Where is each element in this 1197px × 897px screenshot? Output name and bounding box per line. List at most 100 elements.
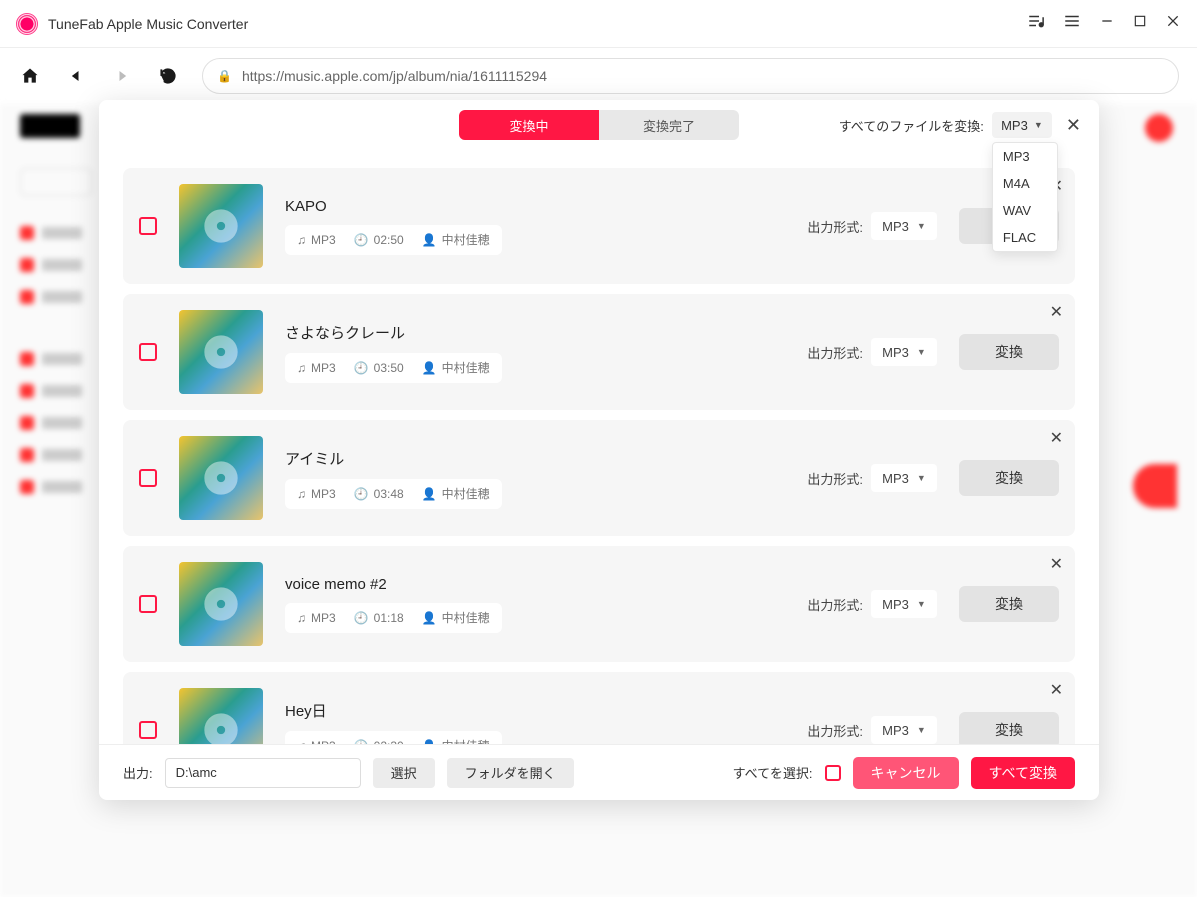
track-artist: 中村佳穂: [442, 609, 490, 626]
select-all-checkbox[interactable]: [825, 765, 841, 781]
track-artist: 中村佳穂: [442, 359, 490, 376]
select-folder-button[interactable]: 選択: [373, 758, 435, 788]
person-icon: 👤: [422, 361, 437, 375]
track-codec: MP3: [311, 487, 336, 501]
track-duration: 02:50: [374, 233, 404, 247]
track-list[interactable]: ✕ KAPO ♫MP3 🕘02:50 👤中村佳穂 出力形式: MP3 ▼ 変換 …: [99, 150, 1099, 744]
person-icon: 👤: [422, 233, 437, 247]
track-title: Hey日: [285, 700, 785, 721]
clock-icon: 🕘: [354, 611, 369, 625]
track-row: ✕ voice memo #2 ♫MP3 🕘01:18 👤中村佳穂 出力形式: …: [123, 546, 1075, 662]
track-title: さよならクレール: [285, 322, 785, 343]
track-format-value: MP3: [882, 345, 909, 360]
track-row: ✕ アイミル ♫MP3 🕘03:48 👤中村佳穂 出力形式: MP3 ▼ 変換: [123, 420, 1075, 536]
close-window-button[interactable]: [1165, 13, 1181, 34]
status-tabs: 変換中 変換完了: [459, 110, 739, 140]
remove-track-button[interactable]: ✕: [1050, 302, 1063, 322]
track-title: アイミル: [285, 448, 785, 469]
music-note-icon: ♫: [297, 611, 306, 625]
chevron-down-icon: ▼: [917, 725, 926, 735]
track-row: ✕ Hey日 ♫MP3 🕘02:30 👤中村佳穂 出力形式: MP3 ▼ 変換: [123, 672, 1075, 744]
album-cover: [179, 562, 263, 646]
tab-completed[interactable]: 変換完了: [599, 110, 739, 140]
track-codec: MP3: [311, 361, 336, 375]
clock-icon: 🕘: [354, 739, 369, 745]
output-format-label: 出力形式:: [807, 469, 863, 488]
format-option-m4a[interactable]: M4A: [993, 170, 1057, 197]
music-note-icon: ♫: [297, 233, 306, 247]
clock-icon: 🕘: [354, 233, 369, 247]
menu-icon[interactable]: [1063, 12, 1081, 35]
track-meta: ♫MP3 🕘03:48 👤中村佳穂: [285, 479, 502, 509]
convert-button[interactable]: 変換: [959, 712, 1059, 744]
track-format-select[interactable]: MP3 ▼: [871, 590, 937, 618]
chevron-down-icon: ▼: [917, 473, 926, 483]
format-dropdown: MP3 M4A WAV FLAC: [992, 142, 1058, 252]
forward-icon[interactable]: [110, 64, 134, 88]
reload-icon[interactable]: [156, 64, 180, 88]
global-format-select[interactable]: MP3 ▼ MP3 M4A WAV FLAC: [992, 112, 1052, 138]
music-note-icon: ♫: [297, 739, 306, 745]
remove-track-button[interactable]: ✕: [1050, 554, 1063, 574]
track-format-select[interactable]: MP3 ▼: [871, 212, 937, 240]
output-format-label: 出力形式:: [807, 217, 863, 236]
maximize-button[interactable]: [1133, 14, 1147, 33]
track-meta: ♫MP3 🕘03:50 👤中村佳穂: [285, 353, 502, 383]
track-title: KAPO: [285, 198, 785, 215]
track-format-select[interactable]: MP3 ▼: [871, 464, 937, 492]
format-option-flac[interactable]: FLAC: [993, 224, 1057, 251]
cancel-button[interactable]: キャンセル: [853, 757, 959, 789]
track-format-value: MP3: [882, 597, 909, 612]
convert-button[interactable]: 変換: [959, 334, 1059, 370]
playlist-icon[interactable]: [1027, 12, 1045, 35]
track-format-value: MP3: [882, 471, 909, 486]
output-label: 出力:: [123, 763, 153, 782]
track-checkbox[interactable]: [139, 469, 157, 487]
track-meta: ♫ MP3 🕘 02:50 👤 中村佳穂: [285, 225, 502, 255]
chevron-down-icon: ▼: [917, 599, 926, 609]
chevron-down-icon: ▼: [917, 347, 926, 357]
track-artist: 中村佳穂: [442, 485, 490, 502]
back-icon[interactable]: [64, 64, 88, 88]
close-modal-button[interactable]: ✕: [1066, 115, 1081, 136]
convert-all-label: すべてのファイルを変換:: [839, 116, 984, 135]
track-codec: MP3: [311, 739, 336, 745]
remove-track-button[interactable]: ✕: [1050, 428, 1063, 448]
person-icon: 👤: [422, 487, 437, 501]
clock-icon: 🕘: [354, 361, 369, 375]
track-checkbox[interactable]: [139, 217, 157, 235]
format-option-wav[interactable]: WAV: [993, 197, 1057, 224]
format-option-mp3[interactable]: MP3: [993, 143, 1057, 170]
track-checkbox[interactable]: [139, 595, 157, 613]
chevron-down-icon: ▼: [1034, 120, 1043, 130]
url-bar[interactable]: 🔒 https://music.apple.com/jp/album/nia/1…: [202, 58, 1179, 94]
convert-all-button[interactable]: すべて変換: [971, 757, 1075, 789]
home-icon[interactable]: [18, 64, 42, 88]
app-logo: [16, 13, 38, 35]
track-duration: 03:48: [374, 487, 404, 501]
modal-footer: 出力: 選択 フォルダを開く すべてを選択: キャンセル すべて変換: [99, 744, 1099, 800]
track-codec: MP3: [311, 233, 336, 247]
tab-converting[interactable]: 変換中: [459, 110, 599, 140]
track-duration: 02:30: [374, 739, 404, 745]
output-format-label: 出力形式:: [807, 721, 863, 740]
track-format-select[interactable]: MP3 ▼: [871, 716, 937, 744]
track-artist: 中村佳穂: [442, 231, 490, 248]
track-meta: ♫MP3 🕘02:30 👤中村佳穂: [285, 731, 502, 745]
window-controls: [1027, 12, 1181, 35]
album-cover: [179, 688, 263, 744]
select-all-label: すべてを選択:: [733, 763, 813, 782]
track-format-select[interactable]: MP3 ▼: [871, 338, 937, 366]
output-path-input[interactable]: [165, 758, 361, 788]
minimize-button[interactable]: [1099, 13, 1115, 34]
convert-button[interactable]: 変換: [959, 586, 1059, 622]
app-title: TuneFab Apple Music Converter: [48, 16, 1027, 32]
remove-track-button[interactable]: ✕: [1050, 680, 1063, 700]
music-note-icon: ♫: [297, 487, 306, 501]
album-cover: [179, 310, 263, 394]
output-format-label: 出力形式:: [807, 595, 863, 614]
track-checkbox[interactable]: [139, 721, 157, 739]
convert-button[interactable]: 変換: [959, 460, 1059, 496]
open-folder-button[interactable]: フォルダを開く: [447, 758, 574, 788]
track-checkbox[interactable]: [139, 343, 157, 361]
